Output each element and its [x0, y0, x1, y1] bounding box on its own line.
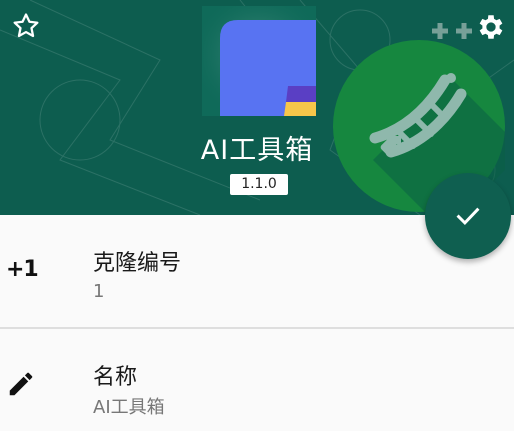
app-icon — [202, 6, 316, 116]
favorite-button[interactable] — [10, 10, 42, 42]
gear-icon — [479, 15, 503, 39]
app-name-value: AI工具箱 — [93, 397, 165, 418]
plus-marks-icon — [432, 23, 472, 39]
confirm-button[interactable] — [425, 173, 511, 259]
app-name-label: 名称 — [93, 365, 138, 390]
star-outline-icon — [13, 13, 39, 38]
clone-number-value: 1 — [93, 281, 105, 302]
app-header: AI工具箱 1.1.0 — [0, 0, 514, 215]
app-icon-graphic — [202, 6, 316, 116]
app-clone-screen: AI工具箱 1.1.0 +1 克隆编号 1 名称 AI工具箱 — [0, 0, 514, 431]
clone-number-label: 克隆编号 — [93, 251, 182, 276]
pencil-icon — [9, 372, 33, 396]
version-badge: 1.1.0 — [230, 174, 288, 195]
plus-one-icon: +1 — [6, 257, 39, 282]
app-name: AI工具箱 — [200, 135, 314, 166]
check-icon — [456, 207, 480, 226]
settings-button[interactable] — [474, 10, 508, 44]
app-name-row[interactable]: 名称 AI工具箱 — [0, 329, 514, 431]
